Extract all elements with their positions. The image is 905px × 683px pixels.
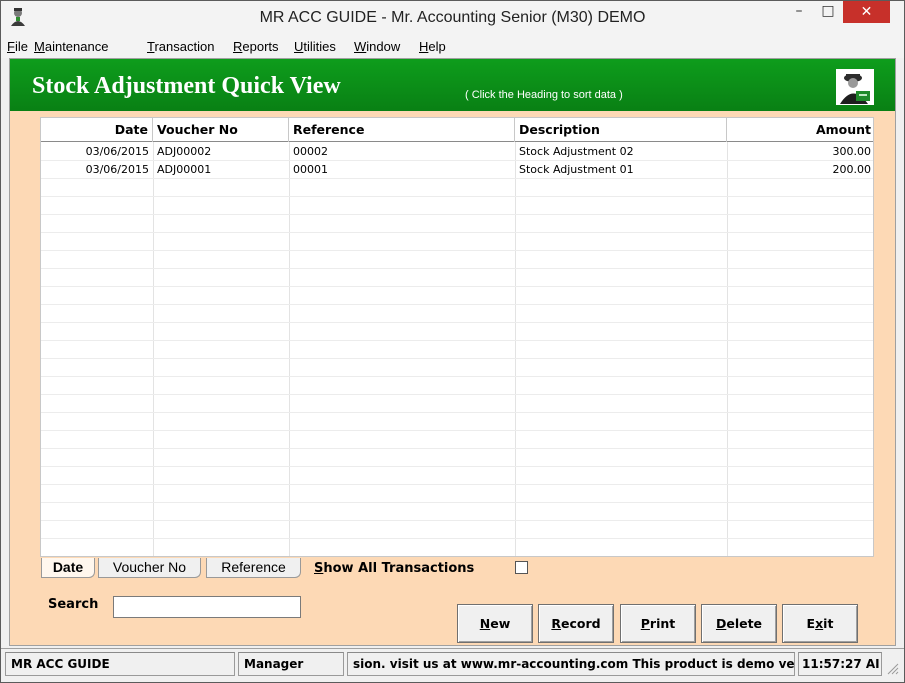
row-divider <box>41 520 873 521</box>
row-divider <box>41 556 874 557</box>
status-message: sion. visit us at www.mr-accounting.com … <box>347 652 795 676</box>
column-divider <box>153 142 154 556</box>
menu-utilities[interactable]: Utilities <box>294 39 336 54</box>
column-header-description[interactable]: Description <box>515 118 727 142</box>
row-divider <box>41 214 873 215</box>
status-app-name: MR ACC GUIDE <box>5 652 235 676</box>
tab-sort-reference[interactable]: Reference <box>206 558 301 578</box>
menu-bar: File Maintenance Transaction Reports Uti… <box>1 37 904 58</box>
menu-maintenance[interactable]: Maintenance <box>34 39 108 54</box>
row-divider <box>41 286 873 287</box>
row-divider <box>41 232 873 233</box>
cell-reference: 00002 <box>293 145 328 158</box>
page-title: Stock Adjustment Quick View <box>32 73 341 99</box>
minimize-button[interactable]: – <box>785 1 813 23</box>
grid-header: Date Voucher No Reference Description Am… <box>41 118 873 142</box>
cell-voucher-no: ADJ00001 <box>157 163 212 176</box>
status-time: 11:57:27 AI <box>798 652 882 676</box>
app-window: MR ACC GUIDE - Mr. Accounting Senior (M3… <box>0 0 905 683</box>
search-input[interactable] <box>113 596 301 618</box>
status-user: Manager <box>238 652 344 676</box>
window-title: MR ACC GUIDE - Mr. Accounting Senior (M3… <box>259 9 646 26</box>
show-all-transactions-checkbox[interactable] <box>515 561 528 574</box>
column-divider <box>515 142 516 556</box>
menu-transaction[interactable]: Transaction <box>147 39 214 54</box>
search-label: Search <box>48 597 99 612</box>
row-divider <box>41 250 873 251</box>
cell-date: 03/06/2015 <box>85 163 149 176</box>
row-divider <box>41 394 873 395</box>
cell-amount: 200.00 <box>832 163 872 176</box>
cell-description: Stock Adjustment 01 <box>519 163 634 176</box>
header-band: Stock Adjustment Quick View ( Click the … <box>10 59 895 111</box>
row-divider <box>41 412 873 413</box>
cell-reference: 00001 <box>293 163 328 176</box>
row-divider <box>41 466 873 467</box>
column-header-reference[interactable]: Reference <box>289 118 515 142</box>
cell-description: Stock Adjustment 02 <box>519 145 634 158</box>
cell-date: 03/06/2015 <box>85 145 149 158</box>
row-divider <box>41 430 873 431</box>
row-divider <box>41 538 873 539</box>
menu-help[interactable]: Help <box>419 39 446 54</box>
row-divider <box>41 376 873 377</box>
row-divider <box>41 268 873 269</box>
resize-grip-icon[interactable] <box>885 661 899 675</box>
row-divider <box>41 448 873 449</box>
menu-window[interactable]: Window <box>354 39 400 54</box>
column-divider <box>727 142 728 556</box>
menu-file[interactable]: File <box>7 39 28 54</box>
sort-hint: ( Click the Heading to sort data ) <box>465 89 623 101</box>
table-row[interactable]: 03/06/2015 ADJ00002 00002 Stock Adjustme… <box>41 143 873 161</box>
maximize-button[interactable]: □ <box>814 1 842 23</box>
title-bar[interactable]: MR ACC GUIDE - Mr. Accounting Senior (M3… <box>1 1 904 37</box>
row-divider <box>41 340 873 341</box>
print-button[interactable]: Print <box>620 604 696 643</box>
delete-button[interactable]: Delete <box>701 604 777 643</box>
tab-sort-voucher-no[interactable]: Voucher No <box>98 558 201 578</box>
row-divider <box>41 196 873 197</box>
new-button[interactable]: New <box>457 604 533 643</box>
row-divider <box>41 304 873 305</box>
stock-adjustment-panel: Stock Adjustment Quick View ( Click the … <box>9 58 896 646</box>
tab-sort-date[interactable]: Date <box>41 558 95 578</box>
row-divider <box>41 502 873 503</box>
exit-button[interactable]: Exit <box>782 604 858 643</box>
row-divider <box>41 358 873 359</box>
menu-reports[interactable]: Reports <box>233 39 279 54</box>
data-grid[interactable]: Date Voucher No Reference Description Am… <box>40 117 874 557</box>
column-header-amount[interactable]: Amount <box>727 118 873 142</box>
row-divider <box>41 484 873 485</box>
cell-amount: 300.00 <box>832 145 872 158</box>
table-row[interactable]: 03/06/2015 ADJ00001 00001 Stock Adjustme… <box>41 161 873 179</box>
accountant-logo-icon <box>836 69 874 105</box>
row-divider <box>41 322 873 323</box>
close-button[interactable]: ✕ <box>843 1 890 23</box>
cell-voucher-no: ADJ00002 <box>157 145 212 158</box>
column-header-date[interactable]: Date <box>41 118 153 142</box>
status-bar: MR ACC GUIDE Manager sion. visit us at w… <box>1 648 904 678</box>
show-all-transactions-label: Show All Transactions <box>314 561 475 576</box>
column-divider <box>289 142 290 556</box>
record-button[interactable]: Record <box>538 604 614 643</box>
column-header-voucher-no[interactable]: Voucher No <box>153 118 289 142</box>
